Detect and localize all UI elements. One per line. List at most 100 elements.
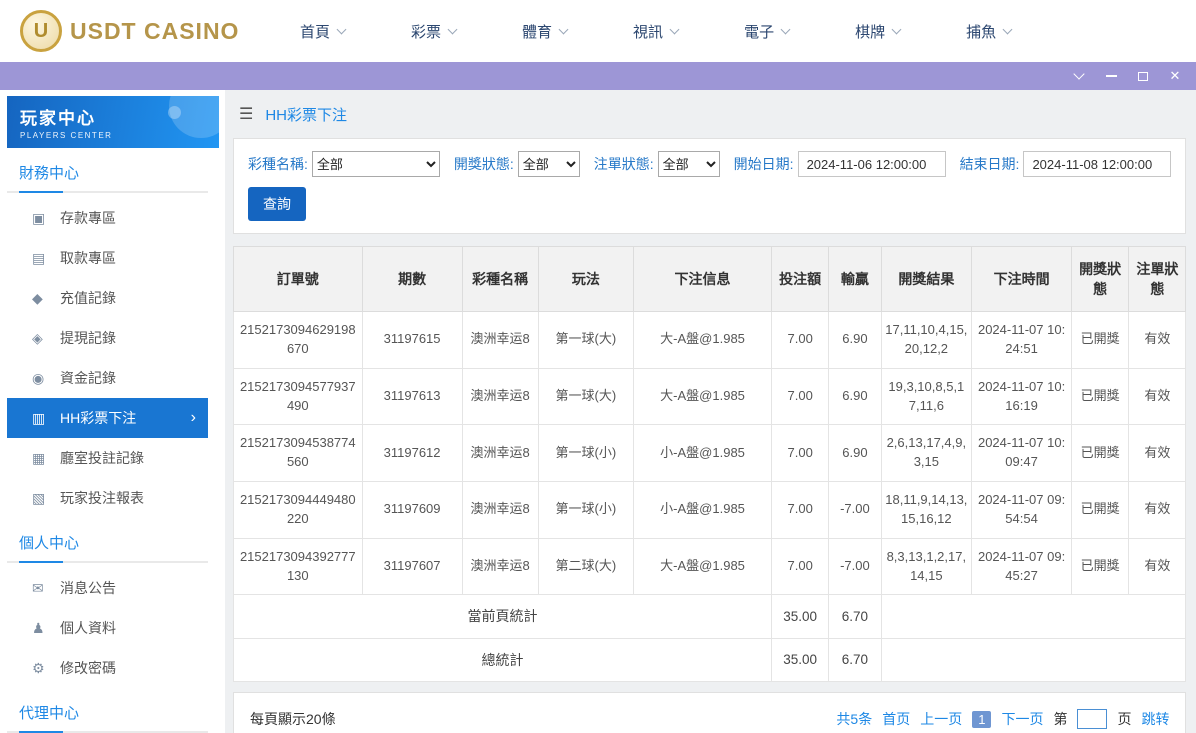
current-page-indicator[interactable]: 1 (972, 710, 992, 728)
summary-bet-total: 35.00 (771, 637, 830, 683)
window-title-bar: ✕ (0, 62, 1196, 90)
sidebar-item-label: 玩家投注報表 (60, 490, 144, 506)
table-row: 2152173094392777130 31197607 澳洲幸运8 第二球(大… (233, 537, 1187, 596)
cell-draw-result: 2,6,13,17,4,9,3,15 (880, 424, 973, 483)
sidebar-item-cashout-record[interactable]: ◈ 提現記錄 (7, 318, 208, 358)
players-center-header: 玩家中心 PLAYERS CENTER (7, 96, 219, 148)
sidebar-item-player-bet-report[interactable]: ▧ 玩家投注報表 (7, 478, 208, 518)
next-page-link[interactable]: 下一页 (1001, 709, 1043, 729)
nav-item-home[interactable]: 首頁 (300, 21, 347, 42)
header-bet-time: 下注時間 (971, 246, 1073, 312)
nav-label: 視訊 (633, 23, 664, 41)
logo[interactable]: U USDT CASINO (20, 10, 255, 52)
sidebar-item-label: 個人資料 (60, 620, 116, 636)
order-status-select[interactable]: 全部 (657, 151, 720, 177)
start-date-label: 開始日期: (733, 156, 794, 172)
page-title: HH彩票下注 (265, 106, 348, 124)
cell-period: 31197607 (361, 537, 463, 596)
prev-page-link[interactable]: 上一页 (920, 709, 962, 729)
cell-order-no: 2152173094392777130 (233, 537, 363, 596)
nav-item-board-games[interactable]: 棋牌 (855, 21, 902, 42)
cell-period: 31197615 (361, 311, 463, 369)
sidebar-title: 玩家中心 (20, 109, 96, 128)
user-icon: ♟ (32, 619, 45, 636)
cell-play-type: 第一球(大) (537, 311, 635, 369)
header-order-status: 注單狀態 (1128, 246, 1187, 312)
close-button[interactable]: ✕ (1166, 67, 1184, 85)
section-divider (7, 561, 208, 563)
sidebar-item-withdraw[interactable]: ▤ 取款專區 (7, 238, 208, 278)
header-lottery-name: 彩種名稱 (461, 246, 539, 312)
cell-bet-info: 大-A盤@1.985 (632, 367, 773, 426)
cell-draw-status: 已開獎 (1071, 424, 1130, 483)
summary-label: 總統計 (232, 637, 773, 683)
search-button[interactable]: 查詢 (248, 187, 306, 221)
section-personal-title: 個人中心 (19, 535, 80, 552)
cell-draw-result: 8,3,13,1,2,17,14,15 (880, 537, 973, 596)
lottery-name-select[interactable]: 全部 (311, 151, 440, 177)
nav-item-slots[interactable]: 電子 (744, 21, 791, 42)
maximize-button[interactable] (1134, 67, 1152, 85)
sidebar-item-profile[interactable]: ♟ 個人資料 (7, 608, 208, 648)
sidebar-item-recharge-record[interactable]: ◆ 充值記錄 (7, 278, 208, 318)
chevron-right-icon: › (190, 409, 196, 426)
order-status-label: 注單狀態: (593, 156, 654, 172)
nav-label: 捕魚 (966, 23, 997, 41)
cell-bet-amount: 7.00 (771, 311, 830, 369)
cell-play-type: 第一球(小) (537, 424, 635, 483)
start-date-input[interactable] (797, 151, 946, 177)
nav-label: 電子 (744, 23, 775, 41)
menu-icon[interactable]: ☰ (239, 104, 253, 124)
end-date-label: 結束日期: (959, 156, 1020, 172)
cashout-record-icon: ◈ (32, 329, 43, 346)
chevron-down-icon (891, 24, 902, 34)
sidebar: 玩家中心 PLAYERS CENTER 財務中心 ▣ 存款專區 ▤ 取款專區 ◆… (0, 90, 225, 733)
draw-status-select[interactable]: 全部 (517, 151, 580, 177)
cell-lottery-name: 澳洲幸运8 (461, 481, 539, 539)
cell-win-loss: 6.90 (828, 311, 882, 369)
minimize-button[interactable] (1102, 67, 1120, 85)
page-jump-input[interactable] (1077, 709, 1108, 730)
withdraw-icon: ▤ (32, 249, 46, 266)
cell-order-status: 有效 (1128, 311, 1187, 369)
chevron-down-icon (558, 24, 569, 34)
table-row: 2152173094538774560 31197612 澳洲幸运8 第一球(小… (233, 424, 1187, 483)
cell-win-loss: -7.00 (828, 481, 882, 539)
goto-prefix-label: 第 (1053, 711, 1068, 728)
cell-draw-result: 17,11,10,4,15,20,12,2 (880, 311, 973, 369)
table-header-row: 訂單號 期數 彩種名稱 玩法 下注信息 投注額 輸贏 開獎結果 下注時間 開獎狀… (233, 246, 1187, 312)
main-layout: 玩家中心 PLAYERS CENTER 財務中心 ▣ 存款專區 ▤ 取款專區 ◆… (0, 90, 1196, 733)
sidebar-item-label: 存款專區 (60, 210, 116, 226)
sidebar-item-hall-bet-record[interactable]: ▦ 廳室投註記錄 (7, 438, 208, 478)
page-jump-button[interactable]: 跳转 (1141, 709, 1169, 729)
summary-win-loss: 6.70 (828, 594, 882, 639)
nav-item-lottery[interactable]: 彩票 (411, 21, 458, 42)
sidebar-item-funds-record[interactable]: ◉ 資金記錄 (7, 358, 208, 398)
cell-bet-amount: 7.00 (771, 367, 830, 426)
maximize-icon (1138, 71, 1148, 81)
first-page-link[interactable]: 首页 (882, 709, 910, 729)
cell-draw-status: 已開獎 (1071, 537, 1130, 596)
sidebar-item-announcements[interactable]: ✉ 消息公告 (7, 568, 208, 608)
nav-item-live-video[interactable]: 視訊 (633, 21, 680, 42)
sidebar-item-change-password[interactable]: ⚙ 修改密碼 (7, 648, 208, 688)
cell-play-type: 第二球(大) (537, 537, 635, 596)
usdt-coin-icon: U (20, 10, 62, 52)
sidebar-item-label: 取款專區 (60, 250, 116, 266)
nav-item-sports[interactable]: 體育 (522, 21, 569, 42)
sidebar-item-label: 修改密碼 (60, 660, 116, 676)
cell-play-type: 第一球(大) (537, 367, 635, 426)
end-date-input[interactable] (1023, 151, 1172, 177)
breadcrumb: ☰ HH彩票下注 (233, 90, 1186, 138)
deposit-icon: ▣ (32, 209, 46, 226)
chevron-down-icon (336, 24, 347, 34)
sidebar-item-deposit[interactable]: ▣ 存款專區 (7, 198, 208, 238)
summary-bet-total: 35.00 (771, 594, 830, 639)
lottery-name-label: 彩種名稱: (248, 156, 308, 172)
sidebar-item-hh-lottery-bet[interactable]: ▥ HH彩票下注 › (7, 398, 208, 438)
nav-item-fishing[interactable]: 捕魚 (966, 21, 1013, 42)
cell-bet-amount: 7.00 (771, 424, 830, 483)
sidebar-item-label: 資金記錄 (60, 370, 116, 386)
collapse-button[interactable] (1070, 67, 1088, 85)
cell-draw-result: 19,3,10,8,5,17,11,6 (880, 367, 973, 426)
